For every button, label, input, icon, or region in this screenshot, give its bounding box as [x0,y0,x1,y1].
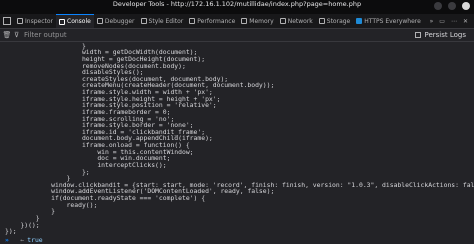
minimize-button[interactable] [434,2,442,10]
console-code-block: return false; } width = getDocWidth(docu… [5,42,474,236]
tab-label: Performance [197,17,236,25]
console-filter-bar: 🗑 ⊽ Filter output Persist Logs [0,29,474,42]
toolbar-actions: » ▭ ⋯ ✕ [430,18,474,25]
close-button[interactable] [462,2,470,10]
element-picker-icon [3,17,11,25]
persist-logs-label: Persist Logs [424,31,466,39]
tab-console[interactable]: Console [56,14,94,28]
console-icon [59,18,65,25]
tab-storage[interactable]: Storage [316,14,353,28]
result-value: true [27,235,43,244]
tab-https-everywhere[interactable]: HTTPS Everywhere [353,14,424,28]
tab-label: Memory [249,17,274,25]
clear-console-icon[interactable]: 🗑 [0,31,14,39]
tab-label: Console [67,18,91,25]
maximize-button[interactable] [448,2,456,10]
style-editor-icon [140,18,147,24]
window-titlebar: Developer Tools - http://172.16.1.102/mu… [0,0,474,14]
tab-style-editor[interactable]: Style Editor [138,14,187,28]
tab-label: Debugger [104,17,135,25]
tab-label: Style Editor [148,17,184,25]
element-picker-button[interactable] [0,14,14,28]
network-icon [279,18,286,24]
devtools-toolbar: Inspector Console Debugger Style Editor … [0,14,474,29]
tab-debugger[interactable]: Debugger [94,14,138,28]
persist-logs-toggle[interactable]: Persist Logs [415,31,474,39]
tab-label: Inspector [25,17,53,25]
console-prompt[interactable]: » [5,237,9,244]
tab-label: HTTPS Everywhere [364,17,421,25]
window-controls [434,2,470,10]
console-result: ← true [5,230,43,244]
more-options-icon[interactable]: ⋯ [451,18,457,25]
window-title: Developer Tools - http://172.16.1.102/mu… [112,0,362,8]
https-everywhere-icon [356,18,363,24]
tab-label: Storage [326,17,351,25]
dock-icon[interactable]: ▭ [439,18,445,25]
tab-memory[interactable]: Memory [238,14,276,28]
console-output: return false; } width = getDocWidth(docu… [0,42,474,244]
result-chevron-icon: ← [20,235,25,244]
tab-label: Network [287,17,313,25]
tab-inspector[interactable]: Inspector [14,14,56,28]
memory-icon [241,18,248,24]
persist-logs-checkbox[interactable] [415,32,422,38]
debugger-icon [96,18,103,24]
storage-icon [318,18,325,24]
performance-icon [189,18,196,24]
close-devtools-icon[interactable]: ✕ [463,18,468,25]
tab-performance[interactable]: Performance [186,14,238,28]
inspector-icon [17,18,23,24]
filter-icon: ⊽ [14,31,20,39]
overflow-menu-icon[interactable]: » [430,18,434,25]
filter-input[interactable]: Filter output [24,31,415,39]
tab-network[interactable]: Network [277,14,316,28]
